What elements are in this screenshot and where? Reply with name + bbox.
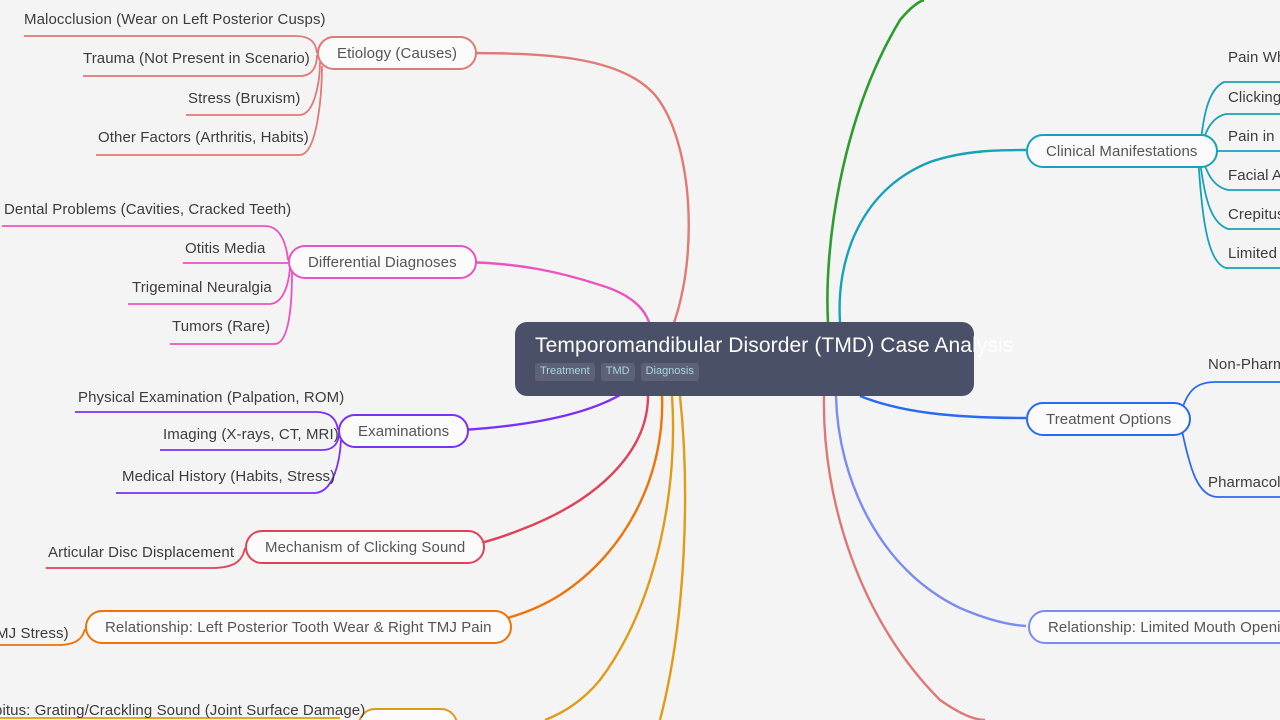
root-tags: Treatment TMD Diagnosis: [535, 363, 954, 382]
branch-label-clinical-manifestations: Clinical Manifestations: [1046, 142, 1198, 160]
link-mechanism: [461, 395, 650, 549]
branch-node-relationship-tooth-wear[interactable]: Relationship: Left Posterior Tooth Wear …: [85, 610, 512, 644]
leaf-clinical-1[interactable]: Pain Wh: [1228, 50, 1280, 65]
link-offscreen-top-green: [826, 0, 925, 323]
leaf-relationship-left-1[interactable]: MJ Stress): [0, 626, 69, 641]
branch-label-relationship-limited-mouth-opening: Relationship: Limited Mouth Opening: [1048, 618, 1280, 636]
leaf-treatment-2[interactable]: Pharmacolo: [1208, 475, 1280, 490]
link-definition-a: [544, 395, 675, 720]
branch-label-etiology: Etiology (Causes): [337, 44, 458, 62]
leaf-etiology-4[interactable]: Other Factors (Arthritis, Habits): [98, 130, 309, 145]
leaf-etiology-2[interactable]: Trauma (Not Present in Scenario): [83, 51, 310, 66]
link-clinical-manifestations: [838, 148, 1027, 323]
tag-tmd[interactable]: TMD: [600, 363, 635, 382]
leaf-clinical-3[interactable]: Pain in F: [1228, 129, 1280, 144]
root-node[interactable]: Temporomandibular Disorder (TMD) Case An…: [515, 322, 1014, 396]
branch-node-etiology[interactable]: Etiology (Causes): [317, 36, 478, 70]
root-title: Temporomandibular Disorder (TMD) Case An…: [535, 334, 1014, 357]
leafline-etiology-3: [186, 61, 321, 116]
leaf-clinical-6[interactable]: Limited: [1228, 246, 1277, 261]
leaf-clinical-2[interactable]: Clicking: [1228, 90, 1280, 105]
leafline-exam-3: [116, 439, 342, 494]
branch-label-mechanism-of-clicking-sound: Mechanism of Clicking Sound: [265, 538, 466, 556]
branch-node-relationship-limited-mouth-opening[interactable]: Relationship: Limited Mouth Opening: [1028, 610, 1280, 644]
branch-node-mechanism-of-clicking-sound[interactable]: Mechanism of Clicking Sound: [245, 530, 486, 564]
branch-node-treatment-options[interactable]: Treatment Options: [1026, 402, 1192, 436]
link-definition-b: [658, 395, 687, 720]
mindmap-canvas: Temporomandibular Disorder (TMD) Case An…: [0, 0, 1280, 720]
leaf-examinations-2[interactable]: Imaging (X-rays, CT, MRI): [163, 427, 339, 442]
branch-label-differential-diagnoses: Differential Diagnoses: [308, 253, 457, 271]
leaf-examinations-1[interactable]: Physical Examination (Palpation, ROM): [78, 390, 344, 405]
branch-node-definition-partial[interactable]: [358, 708, 458, 720]
link-examinations: [461, 393, 621, 432]
link-treatment-options: [859, 394, 1027, 420]
leaf-differential-1[interactable]: Dental Problems (Cavities, Cracked Teeth…: [4, 202, 291, 217]
link-offscreen-bottom-salmon: [822, 395, 986, 720]
leaf-differential-2[interactable]: Otitis Media: [185, 241, 265, 256]
leaf-definition-1[interactable]: pitus: Grating/Crackling Sound (Joint Su…: [0, 703, 365, 718]
leaf-differential-4[interactable]: Tumors (Rare): [172, 319, 270, 334]
leaf-clinical-5[interactable]: Crepitus: [1228, 207, 1280, 222]
leaf-clinical-4[interactable]: Facial As: [1228, 168, 1280, 183]
branch-label-examinations: Examinations: [358, 422, 450, 440]
link-etiology: [461, 51, 690, 361]
tag-treatment[interactable]: Treatment: [535, 363, 595, 382]
leaf-mechanism-1[interactable]: Articular Disc Displacement: [48, 545, 234, 560]
branch-node-examinations[interactable]: Examinations: [338, 414, 470, 448]
link-relationship-right: [834, 395, 1027, 628]
tag-diagnosis[interactable]: Diagnosis: [640, 363, 699, 382]
leafline-treat-1: [1180, 381, 1280, 413]
branch-node-differential-diagnoses[interactable]: Differential Diagnoses: [288, 245, 477, 279]
link-relationship-left: [461, 395, 664, 629]
branch-label-treatment-options: Treatment Options: [1046, 410, 1172, 428]
branch-node-clinical-manifestations[interactable]: Clinical Manifestations: [1026, 134, 1218, 168]
leaf-etiology-1[interactable]: Malocclusion (Wear on Left Posterior Cus…: [24, 12, 326, 27]
leaf-treatment-1[interactable]: Non-Pharm: [1208, 357, 1280, 372]
leaf-examinations-3[interactable]: Medical History (Habits, Stress): [122, 469, 335, 484]
branch-label-relationship-tooth-wear: Relationship: Left Posterior Tooth Wear …: [105, 618, 492, 636]
leaf-differential-3[interactable]: Trigeminal Neuralgia: [132, 280, 272, 295]
leaf-etiology-3[interactable]: Stress (Bruxism): [188, 91, 300, 106]
